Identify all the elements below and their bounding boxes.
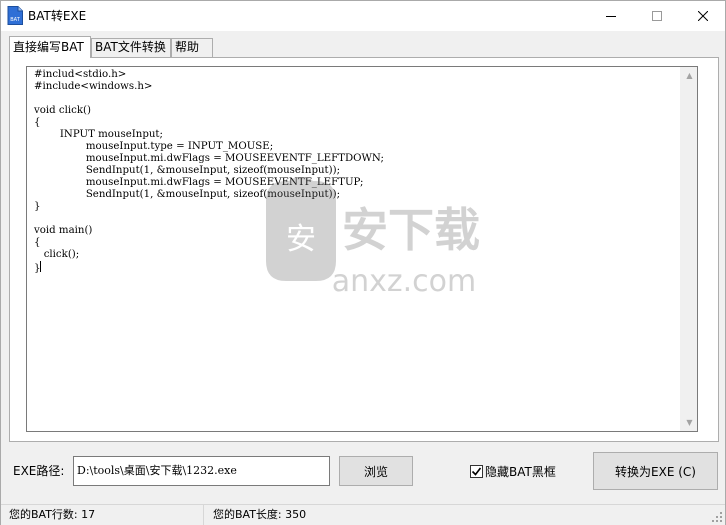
code-line: SendInput(1, &mouseInput, sizeof(mouseIn…	[34, 165, 341, 176]
status-length: 您的BAT长度: 350	[213, 508, 307, 521]
tab-direct-write[interactable]: 直接编写BAT	[9, 36, 91, 58]
tab-panel: #includ<stdio.h> #include<windows.h> void…	[9, 57, 719, 442]
hide-bat-checkbox[interactable]: 隐藏BAT黑框	[470, 463, 556, 480]
maximize-button[interactable]	[634, 1, 680, 31]
browse-button[interactable]: 浏览	[339, 456, 413, 486]
code-line: mouseInput.type = INPUT_MOUSE;	[34, 141, 274, 152]
code-line: }	[34, 261, 42, 274]
scroll-up-icon[interactable]: ▲	[681, 67, 697, 84]
code-line: {	[34, 117, 41, 128]
title-bar: BAT BAT转EXE	[1, 1, 725, 31]
code-line: mouseInput.mi.dwFlags = MOUSEEVENTF_LEFT…	[34, 153, 384, 164]
resize-grip-icon[interactable]	[711, 511, 723, 523]
convert-button[interactable]: 转换为EXE (C)	[593, 452, 718, 490]
tab-bat-convert[interactable]: BAT文件转换	[91, 38, 171, 57]
close-button[interactable]	[680, 1, 726, 31]
checkmark-icon	[471, 467, 482, 476]
scroll-down-icon[interactable]: ▼	[681, 414, 697, 431]
bat-file-icon: BAT	[7, 6, 23, 25]
code-line: void main()	[34, 225, 93, 236]
code-line: #include<windows.h>	[34, 81, 153, 92]
maximize-icon	[652, 11, 662, 21]
vertical-scrollbar[interactable]: ▲ ▼	[680, 67, 697, 431]
close-icon	[698, 11, 708, 21]
code-line: click();	[34, 249, 80, 260]
hide-bat-label: 隐藏BAT黑框	[485, 465, 556, 479]
text-caret	[40, 261, 42, 272]
minimize-button[interactable]	[588, 1, 634, 31]
exe-path-input[interactable]: D:\tools\桌面\安下载\1232.exe	[73, 456, 330, 486]
code-line: #includ<stdio.h>	[34, 69, 127, 80]
minimize-icon	[606, 16, 616, 17]
tab-help[interactable]: 帮助	[171, 38, 213, 57]
exe-path-label: EXE路径:	[13, 464, 65, 478]
checkbox-box[interactable]	[470, 465, 483, 478]
main-window: BAT BAT转EXE 直接编写BAT BAT文件转换 帮助 #includ<s…	[0, 0, 726, 525]
code-line: mouseInput.mi.dwFlags = MOUSEEVENTF_LEFT…	[34, 177, 364, 188]
window-title: BAT转EXE	[28, 9, 87, 23]
code-line: SendInput(1, &mouseInput, sizeof(mouseIn…	[34, 189, 341, 200]
code-editor[interactable]: #includ<stdio.h> #include<windows.h> void…	[26, 66, 698, 432]
code-line: }	[34, 201, 41, 212]
code-line: INPUT mouseInput;	[34, 129, 163, 140]
status-line-count: 您的BAT行数: 17	[1, 505, 204, 525]
bat-icon-text: BAT	[10, 17, 20, 23]
code-line: {	[34, 237, 41, 248]
code-line: void click()	[34, 105, 91, 116]
status-bar: 您的BAT行数: 17 您的BAT长度: 350	[1, 504, 725, 525]
code-text: #includ<stdio.h> #include<windows.h> void…	[34, 69, 384, 275]
